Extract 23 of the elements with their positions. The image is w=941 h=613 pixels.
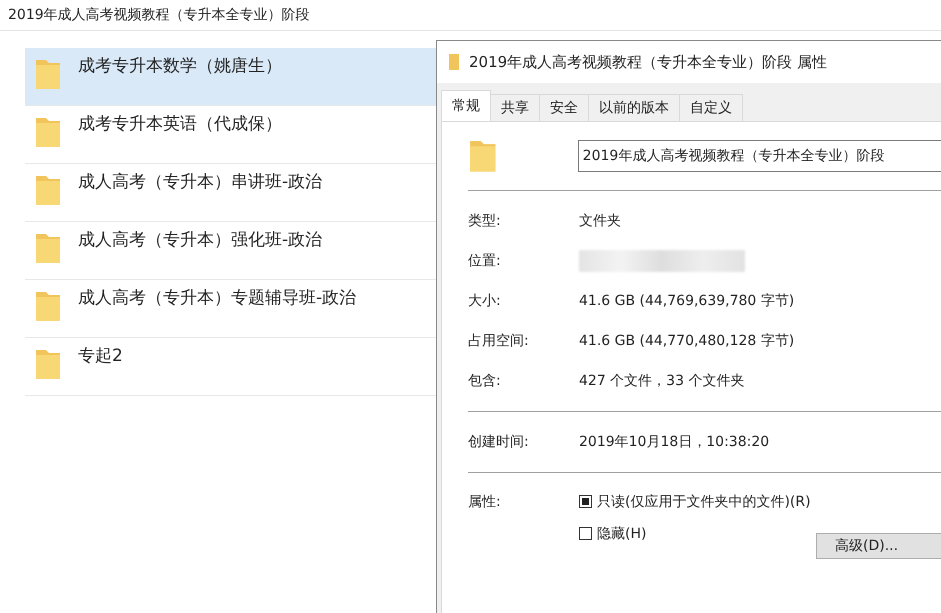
checkbox[interactable] [579,527,592,540]
folder-row[interactable]: 成考专升本数学（姚唐生） [25,48,436,106]
property-label: 占用空间: [468,332,530,350]
tab[interactable]: 常规 [441,90,491,121]
tab[interactable]: 自定义 [679,94,743,121]
checkbox[interactable] [579,495,592,508]
property-value: 2019年10月18日，10:38:20 [579,432,770,451]
property-label: 位置: [468,252,502,270]
advanced-button[interactable]: 高级(D)... [816,533,941,559]
folder-path: 2019年成人高考视频教程（专升本全专业）阶段 [0,0,941,31]
property-label: 创建时间: [468,432,530,451]
checkbox-label: 隐藏(H) [597,524,646,543]
property-label: 包含: [468,372,502,390]
property-value: 41.6 GB (44,769,639,780 字节) [579,292,794,310]
property-value: 文件夹 [579,212,621,230]
property-label: 类型: [468,212,502,230]
checkbox-label: 只读(仅应用于文件夹中的文件)(R) [597,492,811,511]
property-value: 427 个文件，33 个文件夹 [579,372,744,390]
name-field[interactable]: 2019年成人高考视频教程（专升本全专业）阶段 [578,140,941,172]
dialog-title: 2019年成人高考视频教程（专升本全专业）阶段 属性 [469,52,827,72]
property-label: 属性: [468,492,502,512]
property-label: 大小: [468,292,502,310]
property-value: 41.6 GB (44,770,480,128 字节) [579,332,794,350]
